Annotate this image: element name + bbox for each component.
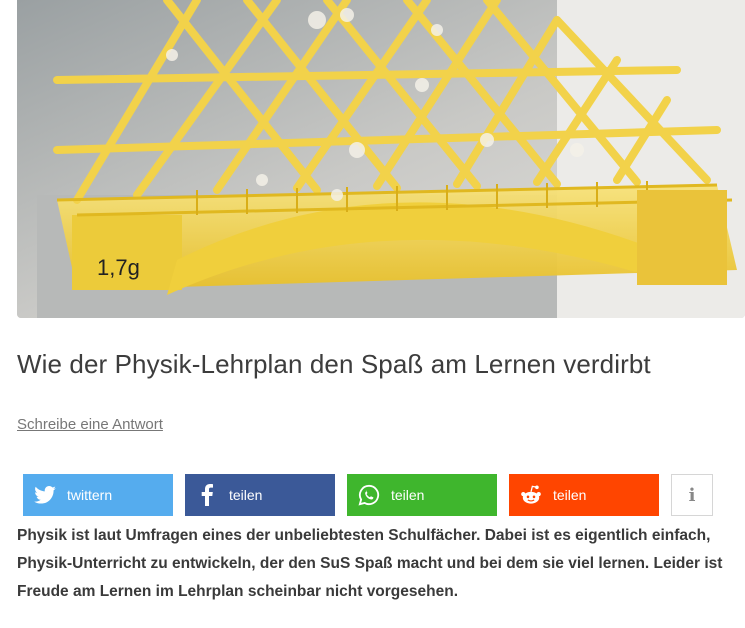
info-button[interactable]: i [671, 474, 713, 516]
twitter-share-label: twittern [67, 487, 113, 503]
reddit-share-button[interactable]: teilen [509, 474, 659, 516]
hero-image: 1,7g [17, 0, 745, 318]
whatsapp-share-button[interactable]: teilen [347, 474, 497, 516]
spaghetti-bridge-photo: 1,7g [17, 0, 745, 318]
reply-link[interactable]: Schreibe eine Antwort [17, 416, 163, 433]
reddit-alien-icon [509, 474, 553, 516]
facebook-share-label: teilen [229, 487, 263, 503]
article-title: Wie der Physik-Lehrplan den Spaß am Lern… [17, 349, 651, 379]
whatsapp-share-label: teilen [391, 487, 425, 503]
info-icon: i [688, 484, 696, 506]
weight-label: 1,7g [97, 255, 140, 280]
article-intro: Physik ist laut Umfragen eines der unbel… [17, 527, 723, 600]
reddit-share-label: teilen [553, 487, 587, 503]
whatsapp-icon [347, 474, 391, 516]
twitter-bird-icon [23, 474, 67, 516]
twitter-share-button[interactable]: twittern [23, 474, 173, 516]
facebook-share-button[interactable]: teilen [185, 474, 335, 516]
facebook-f-icon [185, 474, 229, 516]
